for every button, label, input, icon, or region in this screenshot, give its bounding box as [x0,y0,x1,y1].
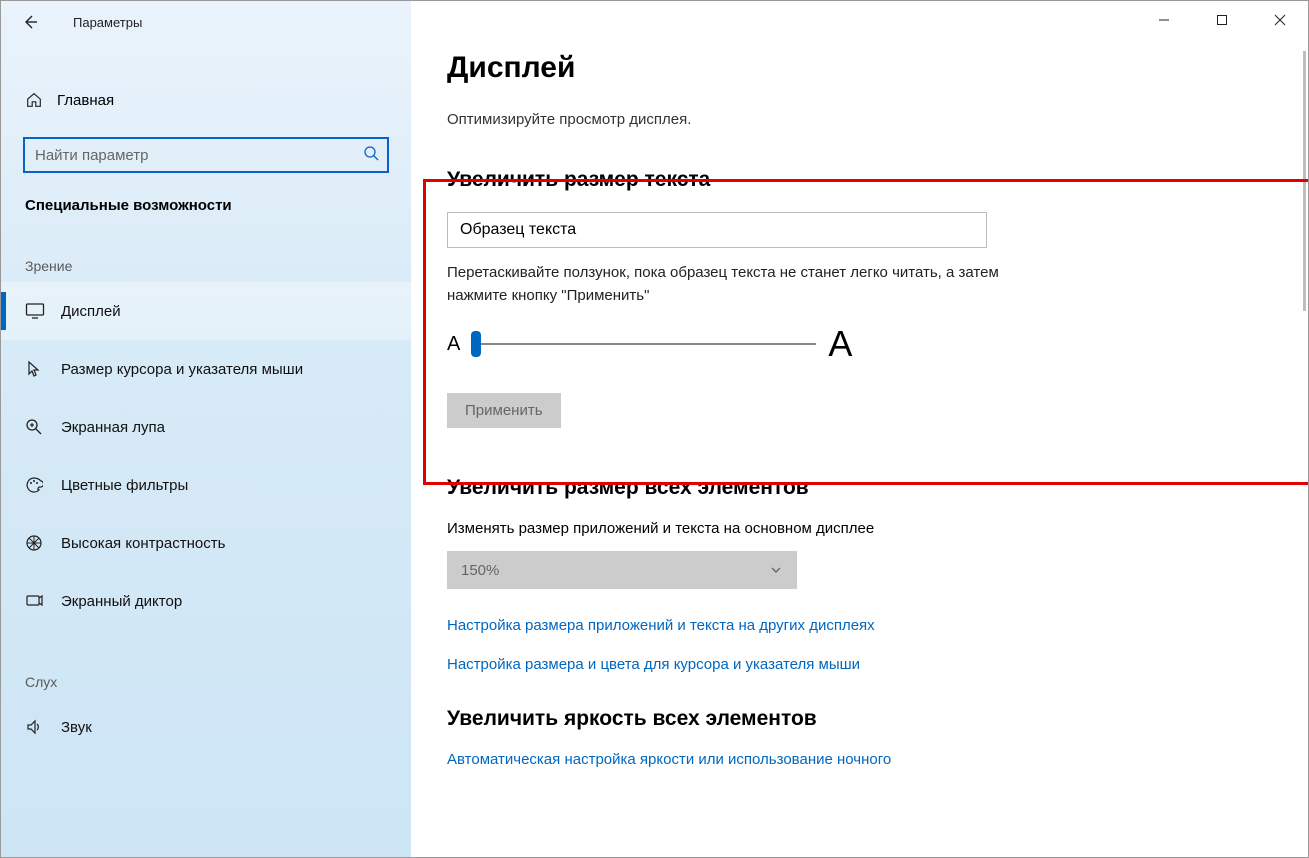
window-title: Параметры [73,15,142,30]
sidebar-item-narrator[interactable]: Экранный диктор [1,572,411,630]
display-icon [25,302,61,320]
sidebar-item-high-contrast[interactable]: Высокая контрастность [1,514,411,572]
slider-max-label: A [828,323,852,365]
link-cursor-settings[interactable]: Настройка размера и цвета для курсора и … [447,656,1278,673]
settings-window: Параметры Главная Специальные возможност… [0,0,1309,858]
sound-icon [25,718,61,736]
link-other-displays[interactable]: Настройка размера приложений и текста на… [447,617,1278,634]
contrast-icon [25,534,61,552]
sidebar-item-label: Высокая контрастность [61,535,225,552]
section-heading-text-size: Увеличить размер текста [447,168,1278,192]
sidebar-item-home[interactable]: Главная [1,81,411,119]
sidebar-item-label: Экранная лупа [61,419,165,436]
palette-icon [25,476,61,494]
group-label-hearing: Слух [1,630,411,698]
page-subhead: Оптимизируйте просмотр дисплея. [447,111,1278,128]
scale-dropdown[interactable]: 150% [447,551,797,589]
sidebar-item-label: Цветные фильтры [61,477,188,494]
sample-text-box: Образец текста [447,212,987,248]
search-wrap [23,137,389,173]
section-heading-everything: Увеличить размер всех элементов [447,476,1278,500]
back-button[interactable] [21,13,41,31]
sidebar-item-label: Дисплей [61,303,121,320]
cursor-icon [25,360,61,378]
text-size-slider-row: A A [447,323,1278,365]
main-content: Дисплей Оптимизируйте просмотр дисплея. … [411,1,1308,857]
sidebar-item-label: Экранный диктор [61,593,182,610]
sidebar-item-display[interactable]: Дисплей [1,282,411,340]
category-heading: Специальные возможности [1,173,411,214]
search-input[interactable] [23,137,389,173]
group-label-vision: Зрение [1,214,411,282]
dropdown-value: 150% [461,562,499,579]
sidebar-item-cursor[interactable]: Размер курсора и указателя мыши [1,340,411,398]
text-size-slider[interactable] [472,332,816,356]
sidebar-item-sound[interactable]: Звук [1,698,411,756]
chevron-down-icon [769,563,783,577]
link-brightness-auto[interactable]: Автоматическая настройка яркости или исп… [447,751,1278,768]
sidebar-item-magnifier[interactable]: Экранная лупа [1,398,411,456]
magnifier-icon [25,418,61,436]
titlebar: Параметры [1,1,411,43]
text-size-hint: Перетаскивайте ползунок, пока образец те… [447,262,1007,307]
sidebar-item-color-filters[interactable]: Цветные фильтры [1,456,411,514]
home-icon [25,91,57,109]
sidebar-item-label: Звук [61,719,92,736]
sidebar-item-label: Размер курсора и указателя мыши [61,361,303,378]
slider-min-label: A [447,333,460,356]
scrollbar[interactable] [1303,51,1306,311]
apply-button[interactable]: Применить [447,393,561,428]
sidebar-item-label: Главная [57,92,114,109]
sidebar: Параметры Главная Специальные возможност… [1,1,411,857]
search-icon [363,145,379,161]
scale-label: Изменять размер приложений и текста на о… [447,520,1278,537]
page-title: Дисплей [447,51,1278,85]
section-heading-brightness: Увеличить яркость всех элементов [447,707,1278,731]
narrator-icon [25,592,61,610]
